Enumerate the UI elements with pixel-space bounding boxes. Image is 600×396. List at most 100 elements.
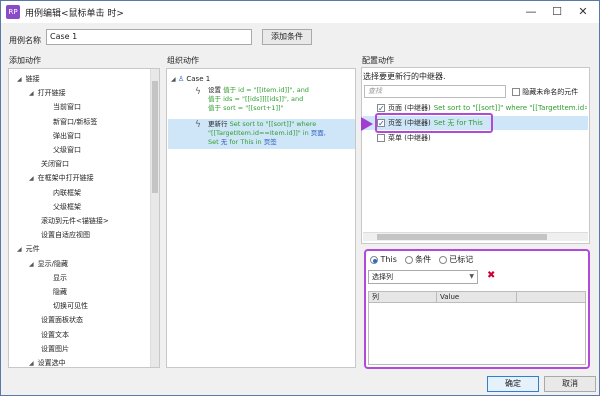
action-tree-item[interactable]: 弹出窗口 <box>53 129 81 143</box>
action-tree-item[interactable]: 设置面板状态 <box>41 313 83 327</box>
action-tree-label: 关闭窗口 <box>41 160 69 169</box>
action-item-set-variable[interactable]: ϟ 设置 值于 id = "[[Item.id]]", and 值于 ids =… <box>167 85 355 119</box>
action2-line3: Set 无 for This in 页签 <box>208 138 277 147</box>
delete-icon[interactable]: ✖ <box>487 270 495 281</box>
collapse-arrow-icon: ◢ <box>171 76 176 83</box>
action-tree-item[interactable]: ◢ 显示/隐藏 <box>29 257 68 271</box>
radio-condition[interactable]: 条件 <box>404 255 432 264</box>
radio-this[interactable]: This <box>370 255 397 264</box>
radio-this-dot[interactable] <box>370 255 378 264</box>
config-action-heading: 配置动作 <box>362 56 394 65</box>
action-tree-item[interactable]: 切换可见性 <box>53 299 88 313</box>
action-tree-item[interactable]: ◢ 设置选中 <box>29 356 66 370</box>
action-tree-item[interactable]: 设置图片 <box>41 342 69 356</box>
add-action-panel: ◢ 链接 ◢ 打开链接 当前窗口 新窗口/新标签 弹出窗口 父级窗口 关闭窗口 ◢ 在框架中打开链接… <box>8 68 160 368</box>
hide-unnamed-toggle[interactable]: 隐藏未命名的元件 <box>512 87 578 97</box>
close-button[interactable]: ✕ <box>569 1 597 23</box>
action-tree-label: 显示/隐藏 <box>37 259 68 268</box>
table-header-spacer <box>517 292 585 303</box>
action-tree-label: 设置面板状态 <box>41 316 83 325</box>
action-tree-item[interactable]: 内联框架 <box>53 186 81 200</box>
action-tree-item[interactable]: 滚动到元件<锚链接> <box>41 214 109 228</box>
action2-line2: "[[TargetItem.id==Item.id]]" in 页面, <box>208 129 326 138</box>
maximize-button[interactable]: ☐ <box>543 1 571 23</box>
organize-action-panel: ◢ ♙ Case 1 ϟ 设置 值于 id = "[[Item.id]]", a… <box>166 68 356 368</box>
action-tree-item[interactable]: ◢ 在框架中打开链接 <box>29 171 94 185</box>
action-tree-item[interactable]: 当前窗口 <box>53 100 81 114</box>
action2-verb: 更新行 <box>208 120 228 128</box>
action-tree-item[interactable]: 父级窗口 <box>53 143 81 157</box>
action-tree-label: 父级窗口 <box>53 146 81 154</box>
add-action-heading: 添加动作 <box>9 56 41 65</box>
search-input[interactable]: 查找 <box>364 85 506 98</box>
case-label: Case 1 <box>186 75 211 83</box>
action1-text1: 值于 id = "[[Item.id]]", and <box>223 86 309 94</box>
action-tree-item[interactable]: 父级框架 <box>53 200 81 214</box>
radio-marked[interactable]: 已标记 <box>438 255 473 264</box>
action-tree-item[interactable]: 新窗口/新标签 <box>53 115 97 129</box>
lightning-icon: ϟ <box>195 87 201 97</box>
add-condition-button[interactable]: 添加条件 <box>262 29 312 45</box>
cancel-button[interactable]: 取消 <box>544 376 596 392</box>
action2-line1: 更新行 Set sort to "[[sort]]" where <box>208 120 316 129</box>
expand-arrow-icon[interactable]: ◢ <box>29 90 34 97</box>
expand-arrow-icon[interactable]: ◢ <box>17 246 22 253</box>
hide-unnamed-checkbox[interactable] <box>512 88 520 96</box>
action-tree-label: 链接 <box>25 75 40 83</box>
action-tree-item[interactable]: ◢ 链接 <box>17 72 40 86</box>
action1-line3: 值于 sort = "[[sort+1]]" <box>208 104 284 112</box>
expand-arrow-icon[interactable]: ◢ <box>29 360 34 367</box>
action-tree-item[interactable]: 设置文本 <box>41 328 69 342</box>
action-tree-item[interactable]: 隐藏 <box>53 285 67 299</box>
action-tree-scrollbar[interactable] <box>150 69 159 367</box>
action-tree-item[interactable]: ◢ 元件 <box>17 242 40 256</box>
action-tree-label: 设置自适应视图 <box>41 231 90 240</box>
expand-arrow-icon[interactable]: ◢ <box>29 175 34 182</box>
action2-text6: for This in <box>229 138 262 146</box>
action2-text4: Set <box>208 138 219 146</box>
radio-condition-dot[interactable] <box>404 255 413 264</box>
hide-unnamed-label: 隐藏未命名的元件 <box>522 88 579 96</box>
action-tree-item[interactable]: 设置自适应视图 <box>41 228 90 242</box>
action-tree-scroll-thumb[interactable] <box>152 81 158 193</box>
ok-button[interactable]: 确定 <box>487 376 539 392</box>
action2-text3: 页面, <box>310 129 326 137</box>
action1-line2: 值于 ids = "[[ids]][[ids]]", and <box>208 95 304 103</box>
action1-verb: 设置 <box>208 86 221 94</box>
case-name-input[interactable]: Case 1 <box>46 29 252 45</box>
case-person-icon: ♙ <box>177 75 185 83</box>
widget-detail: Set sort to "[[sort]]" where "[[TargetIt… <box>433 104 587 112</box>
action2-text7: 页签 <box>263 138 277 146</box>
action-tree-label: 显示 <box>53 273 67 282</box>
case-tree-row[interactable]: ◢ ♙ Case 1 <box>171 72 210 86</box>
case-editor-dialog: RP 用例编辑<鼠标单击 时> — ☐ ✕ 用例名称 Case 1 添加条件 添… <box>0 0 600 396</box>
radio-marked-dot[interactable] <box>438 255 447 264</box>
repeater-widget-row[interactable]: 菜单 (中继器) <box>377 132 587 145</box>
action-tree-label: 父级框架 <box>53 202 81 211</box>
select-column-dropdown[interactable]: 选择列 ▼ <box>368 270 478 284</box>
chevron-down-icon: ▼ <box>469 273 474 280</box>
radio-condition-label: 条件 <box>415 255 432 264</box>
action-tree-item[interactable]: 显示 <box>53 271 67 285</box>
axure-app-icon: RP <box>6 5 20 19</box>
action-item-update-row[interactable]: ϟ 更新行 Set sort to "[[sort]]" where "[[Ta… <box>168 119 355 149</box>
action-tree-label: 打开链接 <box>37 89 66 98</box>
title-bar[interactable]: RP 用例编辑<鼠标单击 时> — ☐ ✕ <box>1 1 599 23</box>
widget-checkbox[interactable] <box>377 134 385 142</box>
expand-arrow-icon[interactable]: ◢ <box>17 76 22 83</box>
widget-list-hscrollbar[interactable] <box>363 232 588 241</box>
minimize-button[interactable]: — <box>517 1 545 23</box>
action-tree-label: 弹出窗口 <box>53 131 81 140</box>
expand-arrow-icon[interactable]: ◢ <box>29 261 34 268</box>
action-tree-label: 设置文本 <box>41 330 69 339</box>
action-tree-label: 新窗口/新标签 <box>53 117 98 126</box>
annotation-highlight-box <box>375 113 493 133</box>
action-tree-label: 设置图片 <box>41 344 69 353</box>
action-tree-item[interactable]: ◢ 打开链接 <box>29 86 66 100</box>
action-tree-label: 切换可见性 <box>53 302 88 311</box>
action-tree-label: 在框架中打开链接 <box>37 174 94 183</box>
widget-list-hscroll-thumb[interactable] <box>377 234 547 240</box>
widget-checkbox[interactable] <box>377 102 385 115</box>
column-value-table: 列 Value <box>368 291 586 365</box>
action-tree-item[interactable]: 关闭窗口 <box>41 157 69 171</box>
